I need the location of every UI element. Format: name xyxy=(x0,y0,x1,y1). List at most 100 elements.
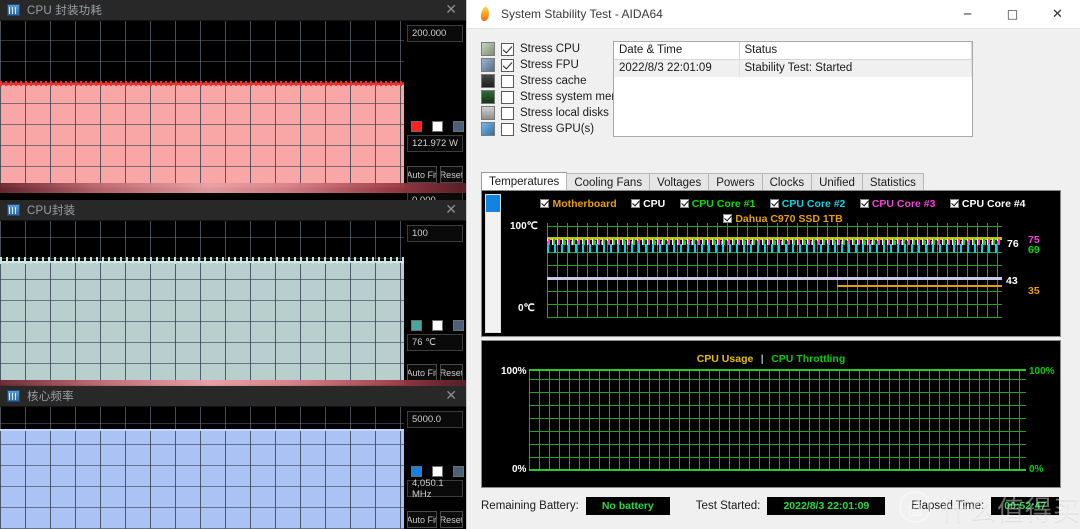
panel-side-controls: 100 76 ℃ Auto Fit Reset 0 xyxy=(404,221,466,407)
reset-button[interactable]: Reset xyxy=(439,166,463,183)
max-value-box[interactable]: 200.000 xyxy=(407,25,463,42)
flame-icon xyxy=(477,6,493,22)
reset-button[interactable]: Reset xyxy=(439,511,463,528)
usage-axis-right-bottom: 0% xyxy=(1029,464,1044,475)
legend-checkbox[interactable] xyxy=(679,199,689,208)
swatch-row xyxy=(411,121,466,132)
scrollbar-thumb[interactable] xyxy=(486,195,500,212)
maximize-icon[interactable]: □ xyxy=(990,0,1035,29)
series-color-swatch[interactable] xyxy=(411,320,422,331)
auto-fit-button[interactable]: Auto Fit xyxy=(407,166,437,183)
checkbox[interactable] xyxy=(501,122,514,136)
current-value-box[interactable]: 4,050.1 MHz xyxy=(407,478,463,500)
series-color-swatch[interactable] xyxy=(411,121,422,132)
window-titlebar[interactable]: System Stability Test - AIDA64 ─ □ ✕ xyxy=(467,0,1080,29)
usage-axis-left-top: 100% xyxy=(501,366,527,377)
stress-option-cache[interactable]: Stress cache xyxy=(481,73,633,89)
panel-title-label: CPU 封装功耗 xyxy=(27,5,103,17)
close-icon[interactable]: ✕ xyxy=(445,203,457,217)
panel-body: 200.000 121.972 W Auto Fit Reset 0.000 xyxy=(0,21,466,209)
legend-item-cpu[interactable]: CPU xyxy=(631,198,665,211)
fpu-chip-icon xyxy=(481,58,495,72)
sensor-panel-core-clock: 核心频率 ✕ 5000.0 4,050.1 MHz Auto Fit Reset xyxy=(0,386,466,529)
legend-checkbox[interactable] xyxy=(723,214,733,223)
panel-titlebar: CPU 封装功耗 ✕ xyxy=(0,0,466,21)
legend-item-cpu-core-4[interactable]: CPU Core #4 xyxy=(949,198,1026,211)
legend-checkbox[interactable] xyxy=(540,199,550,208)
stress-option-label: Stress GPU(s) xyxy=(520,123,595,135)
window-title: System Stability Test - AIDA64 xyxy=(501,7,663,21)
table-row[interactable]: 2022/8/3 22:01:09 Stability Test: Starte… xyxy=(614,59,972,77)
usage-title-separator: | xyxy=(760,353,764,365)
background-color-swatch[interactable] xyxy=(432,121,443,132)
series-color-swatch[interactable] xyxy=(411,466,422,477)
clock-area-fill xyxy=(0,430,404,529)
legend-checkbox[interactable] xyxy=(949,199,959,208)
legend-label: CPU Core #4 xyxy=(961,198,1026,210)
column-header-status[interactable]: Status xyxy=(739,42,972,60)
power-graph-canvas[interactable] xyxy=(0,21,404,188)
legend-checkbox[interactable] xyxy=(859,199,869,208)
series-trace-ssd xyxy=(547,277,1002,280)
clock-graph-canvas[interactable] xyxy=(0,407,404,529)
cpu-usage-chart[interactable]: CPU Usage | CPU Throttling 100% 0% 100% … xyxy=(481,340,1061,488)
max-value-box[interactable]: 100 xyxy=(407,225,463,242)
close-icon[interactable]: ✕ xyxy=(445,389,457,403)
current-value-box[interactable]: 76 ℃ xyxy=(407,334,463,351)
grid-color-swatch[interactable] xyxy=(453,320,464,331)
panel-titlebar: CPU封装 ✕ xyxy=(0,200,466,221)
panel-button-row: Auto Fit Reset xyxy=(407,166,463,183)
log-table: Date & Time Status 2022/8/3 22:01:09 Sta… xyxy=(614,42,972,77)
temp-axis-label-bottom: 0℃ xyxy=(518,303,535,314)
background-color-swatch[interactable] xyxy=(432,466,443,477)
close-icon[interactable]: ✕ xyxy=(1035,0,1080,29)
temp-axis-label-top: 100℃ xyxy=(510,221,538,232)
stress-option-label: Stress FPU xyxy=(520,59,579,71)
stress-option-system-memory[interactable]: Stress system memory xyxy=(481,89,637,105)
graph-grid-overlay xyxy=(0,430,404,529)
usage-title-cpu-usage: CPU Usage xyxy=(696,353,754,365)
background-color-swatch[interactable] xyxy=(432,320,443,331)
temperatures-legend: Motherboard CPU CPU Core #1 CPU Core #2 … xyxy=(512,196,1054,226)
panel-side-controls: 5000.0 4,050.1 MHz Auto Fit Reset 0.0 xyxy=(404,407,466,529)
stress-option-fpu[interactable]: Stress FPU xyxy=(481,57,633,73)
legend-item-cpu-core-1[interactable]: CPU Core #1 xyxy=(679,198,755,211)
reset-button[interactable]: Reset xyxy=(439,364,463,381)
minimize-icon[interactable]: ─ xyxy=(945,0,990,29)
stress-option-cpu[interactable]: Stress CPU xyxy=(481,41,633,57)
checkbox[interactable] xyxy=(501,42,514,56)
checkbox[interactable] xyxy=(501,74,514,88)
legend-checkbox[interactable] xyxy=(631,199,641,208)
temperatures-chart[interactable]: Motherboard CPU CPU Core #1 CPU Core #2 … xyxy=(481,190,1061,337)
stress-option-label: Stress CPU xyxy=(520,43,581,55)
legend-item-motherboard[interactable]: Motherboard xyxy=(540,198,617,211)
legend-item-cpu-core-2[interactable]: CPU Core #2 xyxy=(769,198,845,211)
stress-option-gpus[interactable]: Stress GPU(s) xyxy=(481,121,633,137)
current-value-box[interactable]: 121.972 W xyxy=(407,135,463,152)
max-value-box[interactable]: 5000.0 xyxy=(407,411,463,428)
legend-item-cpu-core-3[interactable]: CPU Core #3 xyxy=(859,198,935,211)
temperatures-scrollbar[interactable] xyxy=(485,194,501,333)
checkbox[interactable] xyxy=(501,106,514,120)
chart-icon xyxy=(7,204,20,216)
temp-area-fill xyxy=(0,262,404,385)
auto-fit-button[interactable]: Auto Fit xyxy=(407,511,437,528)
checkbox[interactable] xyxy=(501,90,514,104)
close-icon[interactable]: ✕ xyxy=(445,3,457,17)
cell-date-time: 2022/8/3 22:01:09 xyxy=(614,59,740,77)
auto-fit-button[interactable]: Auto Fit xyxy=(407,364,437,381)
legend-checkbox[interactable] xyxy=(769,199,779,208)
stress-option-local-disks[interactable]: Stress local disks xyxy=(481,105,633,121)
checkbox[interactable] xyxy=(501,58,514,72)
column-header-date-time[interactable]: Date & Time xyxy=(614,42,740,60)
graph-grid-overlay xyxy=(0,262,404,385)
grid-color-swatch[interactable] xyxy=(453,121,464,132)
sensor-panel-cpu-package-temp: CPU封装 ✕ 100 76 ℃ Auto Fit Reset xyxy=(0,200,466,407)
swatch-row xyxy=(411,466,466,477)
grid-color-swatch[interactable] xyxy=(453,466,464,477)
remaining-battery-label: Remaining Battery: xyxy=(481,500,579,512)
temp-graph-canvas[interactable] xyxy=(0,221,404,385)
status-row: Remaining Battery: No battery Test Start… xyxy=(481,497,1060,515)
status-log-table[interactable]: Date & Time Status 2022/8/3 22:01:09 Sta… xyxy=(613,41,973,137)
